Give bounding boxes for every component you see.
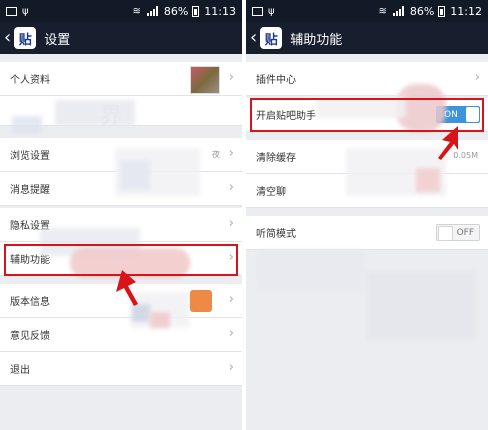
item-label: 退出 bbox=[10, 365, 30, 376]
page-title: 设置 bbox=[44, 32, 71, 48]
signal-icon bbox=[392, 6, 404, 16]
item-label: 浏览设置 bbox=[10, 151, 50, 162]
image-notification-icon bbox=[252, 6, 263, 16]
image-notification-icon bbox=[6, 6, 17, 16]
blur-overlay bbox=[12, 116, 42, 134]
settings-screen: ψ ≋ 86% 11:13 ‹ 贴 设置 个人资料 › 界 浏览设置 夜 › 消… bbox=[0, 0, 242, 430]
avatar bbox=[190, 66, 220, 94]
battery-icon bbox=[192, 5, 200, 17]
item-label: 清空聊 bbox=[256, 187, 286, 198]
title-bar: ‹ 贴 设置 bbox=[0, 22, 242, 54]
chevron-right-icon: › bbox=[228, 360, 234, 375]
item-label: 意见反馈 bbox=[10, 331, 50, 342]
item-label: 清除缓存 bbox=[256, 153, 296, 164]
tieba-logo: 贴 bbox=[14, 27, 37, 49]
chevron-right-icon: › bbox=[228, 326, 234, 341]
item-label: 插件中心 bbox=[256, 75, 296, 86]
app-icon bbox=[190, 290, 212, 312]
battery-icon bbox=[438, 5, 446, 17]
blur-overlay bbox=[55, 100, 135, 126]
status-bar: ψ ≋ 86% 11:13 bbox=[0, 0, 242, 22]
chevron-right-icon: › bbox=[228, 70, 234, 85]
blur-overlay bbox=[416, 168, 440, 192]
chevron-right-icon: › bbox=[228, 146, 234, 161]
logout-item[interactable]: 退出 › bbox=[0, 352, 242, 386]
blur-overlay bbox=[120, 160, 150, 190]
page-title: 辅助功能 bbox=[290, 32, 343, 48]
blur-overlay bbox=[150, 312, 170, 328]
accessibility-screen: ψ ≋ 86% 11:12 ‹ 贴 辅助功能 插件中心 › 开启贴吧助手 ON … bbox=[246, 0, 488, 430]
title-bar: ‹ 贴 辅助功能 bbox=[246, 22, 488, 54]
chevron-right-icon: › bbox=[474, 70, 480, 85]
accessibility-group-1: 插件中心 › bbox=[246, 62, 488, 96]
item-label: 个人资料 bbox=[10, 75, 50, 86]
item-label: 版本信息 bbox=[10, 297, 50, 308]
clock: 11:13 bbox=[204, 4, 236, 18]
clock: 11:12 bbox=[450, 4, 482, 18]
item-label: 消息提醒 bbox=[10, 185, 50, 196]
item-label: 听简模式 bbox=[256, 229, 296, 240]
wifi-icon: ≋ bbox=[132, 5, 141, 17]
profile-item[interactable]: 个人资料 › bbox=[0, 62, 242, 96]
back-icon[interactable]: ‹ bbox=[4, 29, 11, 47]
usb-icon: ψ bbox=[268, 5, 275, 17]
battery-percent: 86% bbox=[409, 4, 435, 18]
feedback-item[interactable]: 意见反馈 › bbox=[0, 318, 242, 352]
accessibility-group-4: 听简模式 OFF bbox=[246, 216, 488, 250]
arrow-icon bbox=[438, 126, 458, 160]
chevron-right-icon: › bbox=[228, 292, 234, 307]
listen-mode-toggle[interactable]: OFF bbox=[436, 224, 480, 241]
blur-overlay bbox=[256, 250, 366, 290]
signal-icon bbox=[146, 6, 158, 16]
status-bar: ψ ≋ 86% 11:12 bbox=[246, 0, 488, 22]
chevron-right-icon: › bbox=[228, 180, 234, 195]
wifi-icon: ≋ bbox=[378, 5, 387, 17]
plugin-center-item[interactable]: 插件中心 › bbox=[246, 62, 488, 96]
listen-mode-item: 听简模式 OFF bbox=[246, 216, 488, 250]
arrow-icon bbox=[116, 270, 138, 306]
chevron-right-icon: › bbox=[228, 216, 234, 231]
item-value: 夜 bbox=[212, 150, 220, 159]
blur-overlay bbox=[132, 304, 150, 322]
back-icon[interactable]: ‹ bbox=[250, 29, 257, 47]
blur-overlay bbox=[366, 270, 476, 340]
tieba-logo: 贴 bbox=[260, 27, 283, 49]
usb-icon: ψ bbox=[22, 5, 29, 17]
battery-percent: 86% bbox=[163, 4, 189, 18]
